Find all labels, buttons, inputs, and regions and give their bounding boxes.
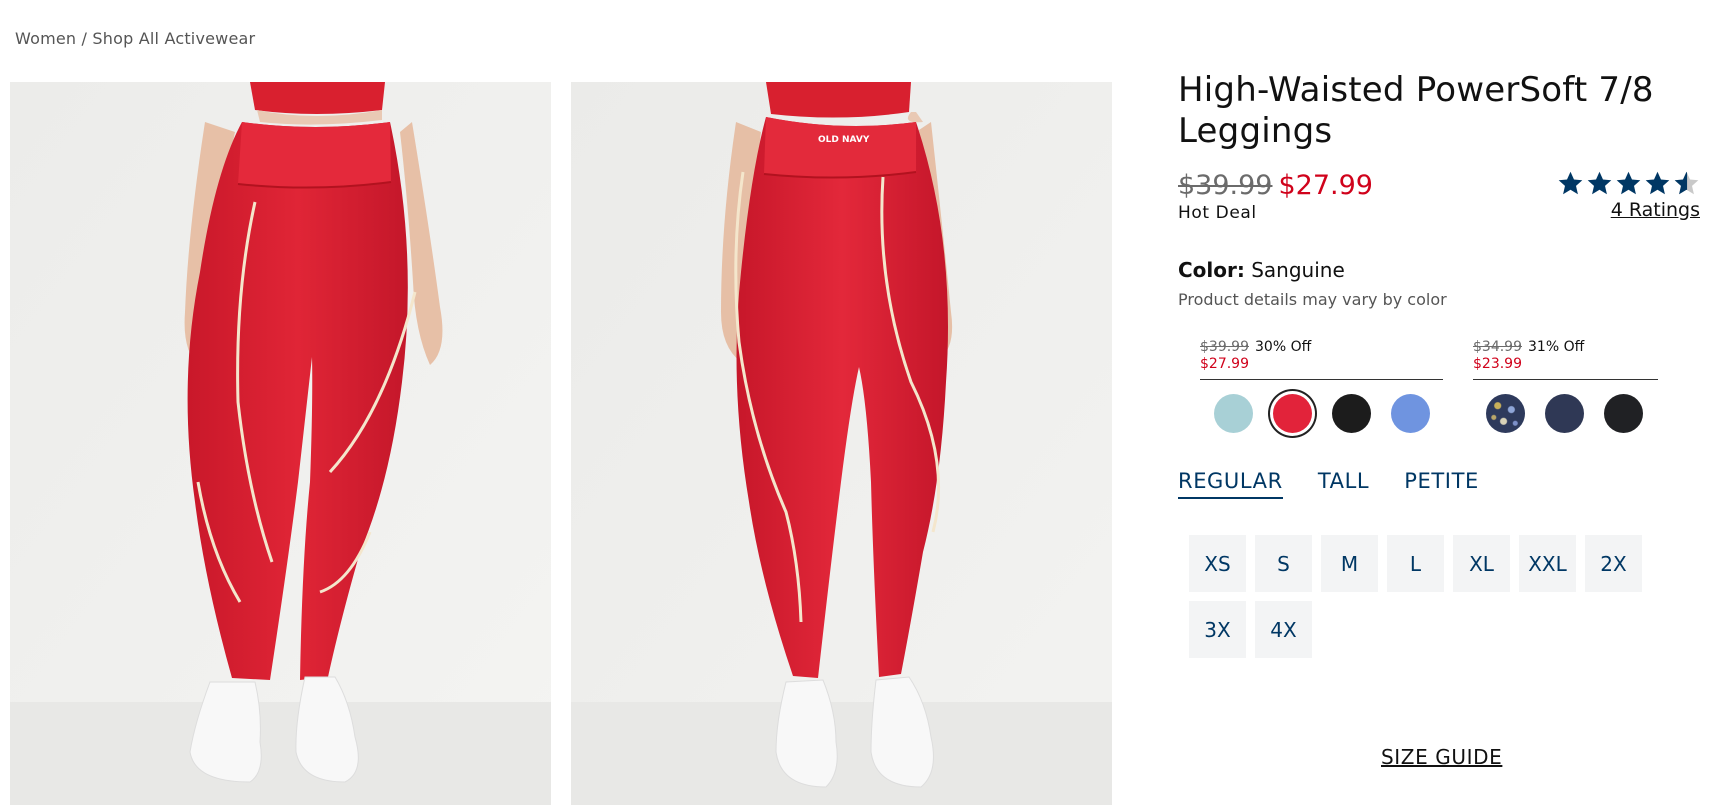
color-swatch-groups: $39.99 30% Off $27.99 $34.99 31% Off $23.9… — [1178, 339, 1708, 449]
selected-color-name: Sanguine — [1251, 258, 1345, 282]
size-selector: XS S M L XL XXL 2X 3X 4X — [1189, 535, 1708, 658]
svg-text:OLD NAVY: OLD NAVY — [818, 135, 870, 145]
color-swatch-navy[interactable] — [1545, 394, 1584, 433]
breadcrumb: Women / Shop All Activewear — [15, 29, 255, 48]
color-swatch-periwinkle[interactable] — [1391, 394, 1430, 433]
breadcrumb-activewear-link[interactable]: Shop All Activewear — [92, 29, 255, 48]
swatch-group-discount: 30% Off — [1255, 339, 1312, 355]
color-label: Color: Sanguine — [1178, 258, 1708, 282]
star-icon — [1616, 171, 1641, 195]
color-swatch-light-blue[interactable] — [1214, 394, 1253, 433]
leggings-front-image — [10, 82, 551, 805]
leggings-back-image: OLD NAVY — [571, 82, 1112, 805]
star-icon — [1558, 171, 1583, 195]
star-icon — [1587, 171, 1612, 195]
size-option-l[interactable]: L — [1387, 535, 1444, 592]
product-image-back[interactable]: OLD NAVY — [571, 82, 1112, 805]
tab-petite[interactable]: PETITE — [1404, 469, 1479, 499]
swatch-row — [1473, 394, 1658, 433]
product-info: High-Waisted PowerSoft 7/8 Leggings $39.… — [1178, 70, 1708, 658]
original-price: $39.99 — [1178, 170, 1273, 201]
size-option-xl[interactable]: XL — [1453, 535, 1510, 592]
swatch-row — [1200, 394, 1443, 433]
swatch-group-1: $39.99 30% Off $27.99 — [1200, 339, 1443, 433]
color-swatch-black[interactable] — [1332, 394, 1371, 433]
swatch-group-sale-price: $27.99 — [1200, 356, 1249, 372]
color-swatch-sanguine[interactable] — [1273, 394, 1312, 433]
color-label-prefix: Color: — [1178, 258, 1245, 282]
tab-regular[interactable]: REGULAR — [1178, 469, 1283, 499]
breadcrumb-women-link[interactable]: Women — [15, 29, 76, 48]
swatch-group-original-price: $34.99 — [1473, 339, 1522, 355]
color-variation-note: Product details may vary by color — [1178, 290, 1447, 309]
half-star-icon — [1674, 171, 1699, 195]
swatch-group-2: $34.99 31% Off $23.99 — [1473, 339, 1658, 433]
swatch-group-discount: 31% Off — [1528, 339, 1585, 355]
color-swatch-dark-black[interactable] — [1604, 394, 1643, 433]
size-option-3x[interactable]: 3X — [1189, 601, 1246, 658]
breadcrumb-separator: / — [76, 29, 93, 48]
product-image-front[interactable] — [10, 82, 551, 805]
size-option-xxl[interactable]: XXL — [1519, 535, 1576, 592]
fit-tabs: REGULAR TALL PETITE — [1178, 469, 1708, 499]
swatch-group-sale-price: $23.99 — [1473, 356, 1522, 372]
ratings-count-link[interactable]: 4 Ratings — [1611, 199, 1700, 221]
size-option-4x[interactable]: 4X — [1255, 601, 1312, 658]
rating-summary: 4 Ratings — [1557, 170, 1700, 221]
product-title: High-Waisted PowerSoft 7/8 Leggings — [1178, 70, 1654, 151]
product-gallery: OLD NAVY — [10, 82, 1112, 805]
price-section: $39.99 $27.99 Hot Deal 4 Ratings — [1178, 170, 1708, 228]
star-icon — [1645, 171, 1670, 195]
sale-price: $27.99 — [1278, 170, 1373, 201]
star-rating[interactable] — [1557, 170, 1700, 197]
size-option-xs[interactable]: XS — [1189, 535, 1246, 592]
size-option-m[interactable]: M — [1321, 535, 1378, 592]
size-guide-link[interactable]: SIZE GUIDE — [1381, 745, 1502, 769]
swatch-group-price: $39.99 30% Off $27.99 — [1200, 339, 1443, 380]
size-option-2x[interactable]: 2X — [1585, 535, 1642, 592]
color-swatch-floral-print[interactable] — [1486, 394, 1525, 433]
swatch-group-price: $34.99 31% Off $23.99 — [1473, 339, 1658, 380]
size-option-s[interactable]: S — [1255, 535, 1312, 592]
tab-tall[interactable]: TALL — [1318, 469, 1369, 499]
swatch-group-original-price: $39.99 — [1200, 339, 1249, 355]
